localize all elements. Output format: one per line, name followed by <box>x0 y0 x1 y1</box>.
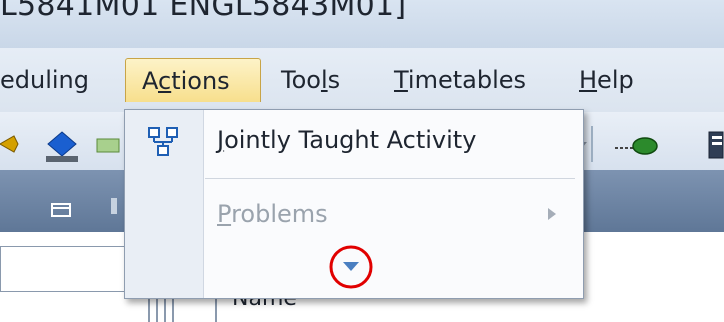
menu-item-jointly-taught-activity[interactable]: Jointly Taught Activity <box>217 126 476 154</box>
menu-scheduling-label: eduling <box>0 66 89 94</box>
jointly-taught-icon <box>148 127 178 156</box>
menu-tools[interactable]: Tools <box>281 58 340 102</box>
menu-separator <box>205 178 575 179</box>
toolbar-green-arrow-icon[interactable] <box>613 134 663 160</box>
menu-actions[interactable]: Actions <box>125 58 261 102</box>
menu-scheduling[interactable]: eduling <box>0 58 89 102</box>
pane-pin-icon[interactable] <box>110 196 120 220</box>
actions-dropdown-menu: Jointly Taught Activity Problems <box>124 109 584 299</box>
column-divider <box>215 296 217 322</box>
window-titlebar: L5841M01 ENGL5843M01] <box>0 0 724 48</box>
toolbar-yellow-icon[interactable] <box>0 132 20 156</box>
toolbar-green-icon[interactable] <box>96 138 120 154</box>
left-input-box[interactable] <box>0 246 142 292</box>
menu-item-problems[interactable]: Problems <box>217 200 328 228</box>
chevron-down-icon[interactable] <box>327 243 375 291</box>
window-title: L5841M01 ENGL5843M01] <box>0 0 407 23</box>
menu-timetables[interactable]: Timetables <box>394 58 526 102</box>
submenu-arrow-icon <box>548 208 556 220</box>
menu-help[interactable]: Help <box>579 58 634 102</box>
pane-minimize-icon[interactable] <box>50 202 74 220</box>
toolbar-document-icon[interactable] <box>708 130 724 162</box>
toolbar-separator <box>591 126 593 162</box>
toolbar-blue-diamond-icon[interactable] <box>42 130 82 164</box>
